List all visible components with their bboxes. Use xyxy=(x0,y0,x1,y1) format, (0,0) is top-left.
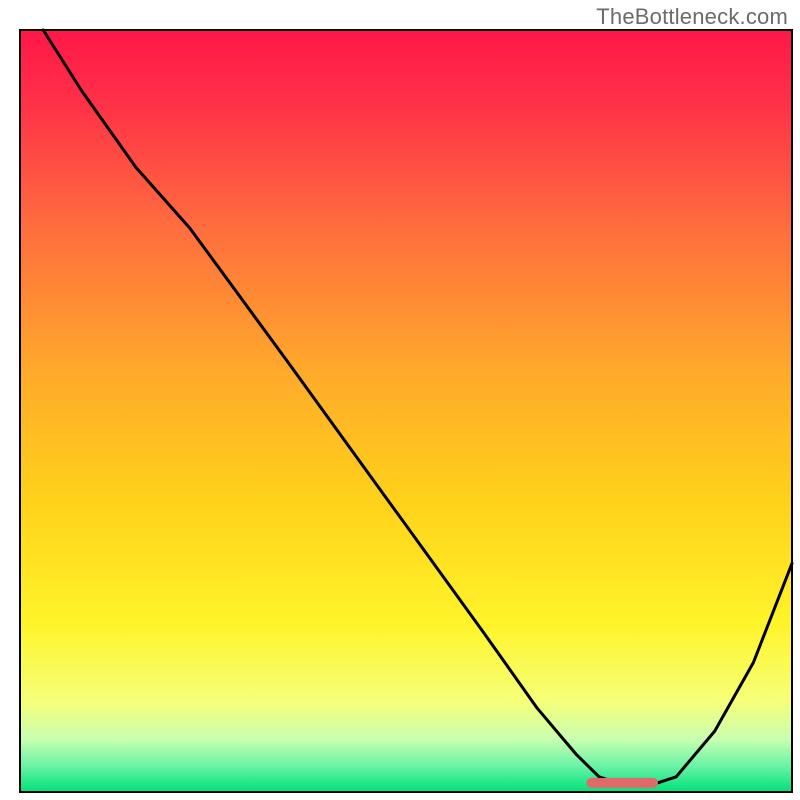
chart-svg xyxy=(0,0,800,800)
chart-container: TheBottleneck.com xyxy=(0,0,800,800)
watermark-text: TheBottleneck.com xyxy=(596,4,788,30)
plot-background xyxy=(20,30,792,792)
